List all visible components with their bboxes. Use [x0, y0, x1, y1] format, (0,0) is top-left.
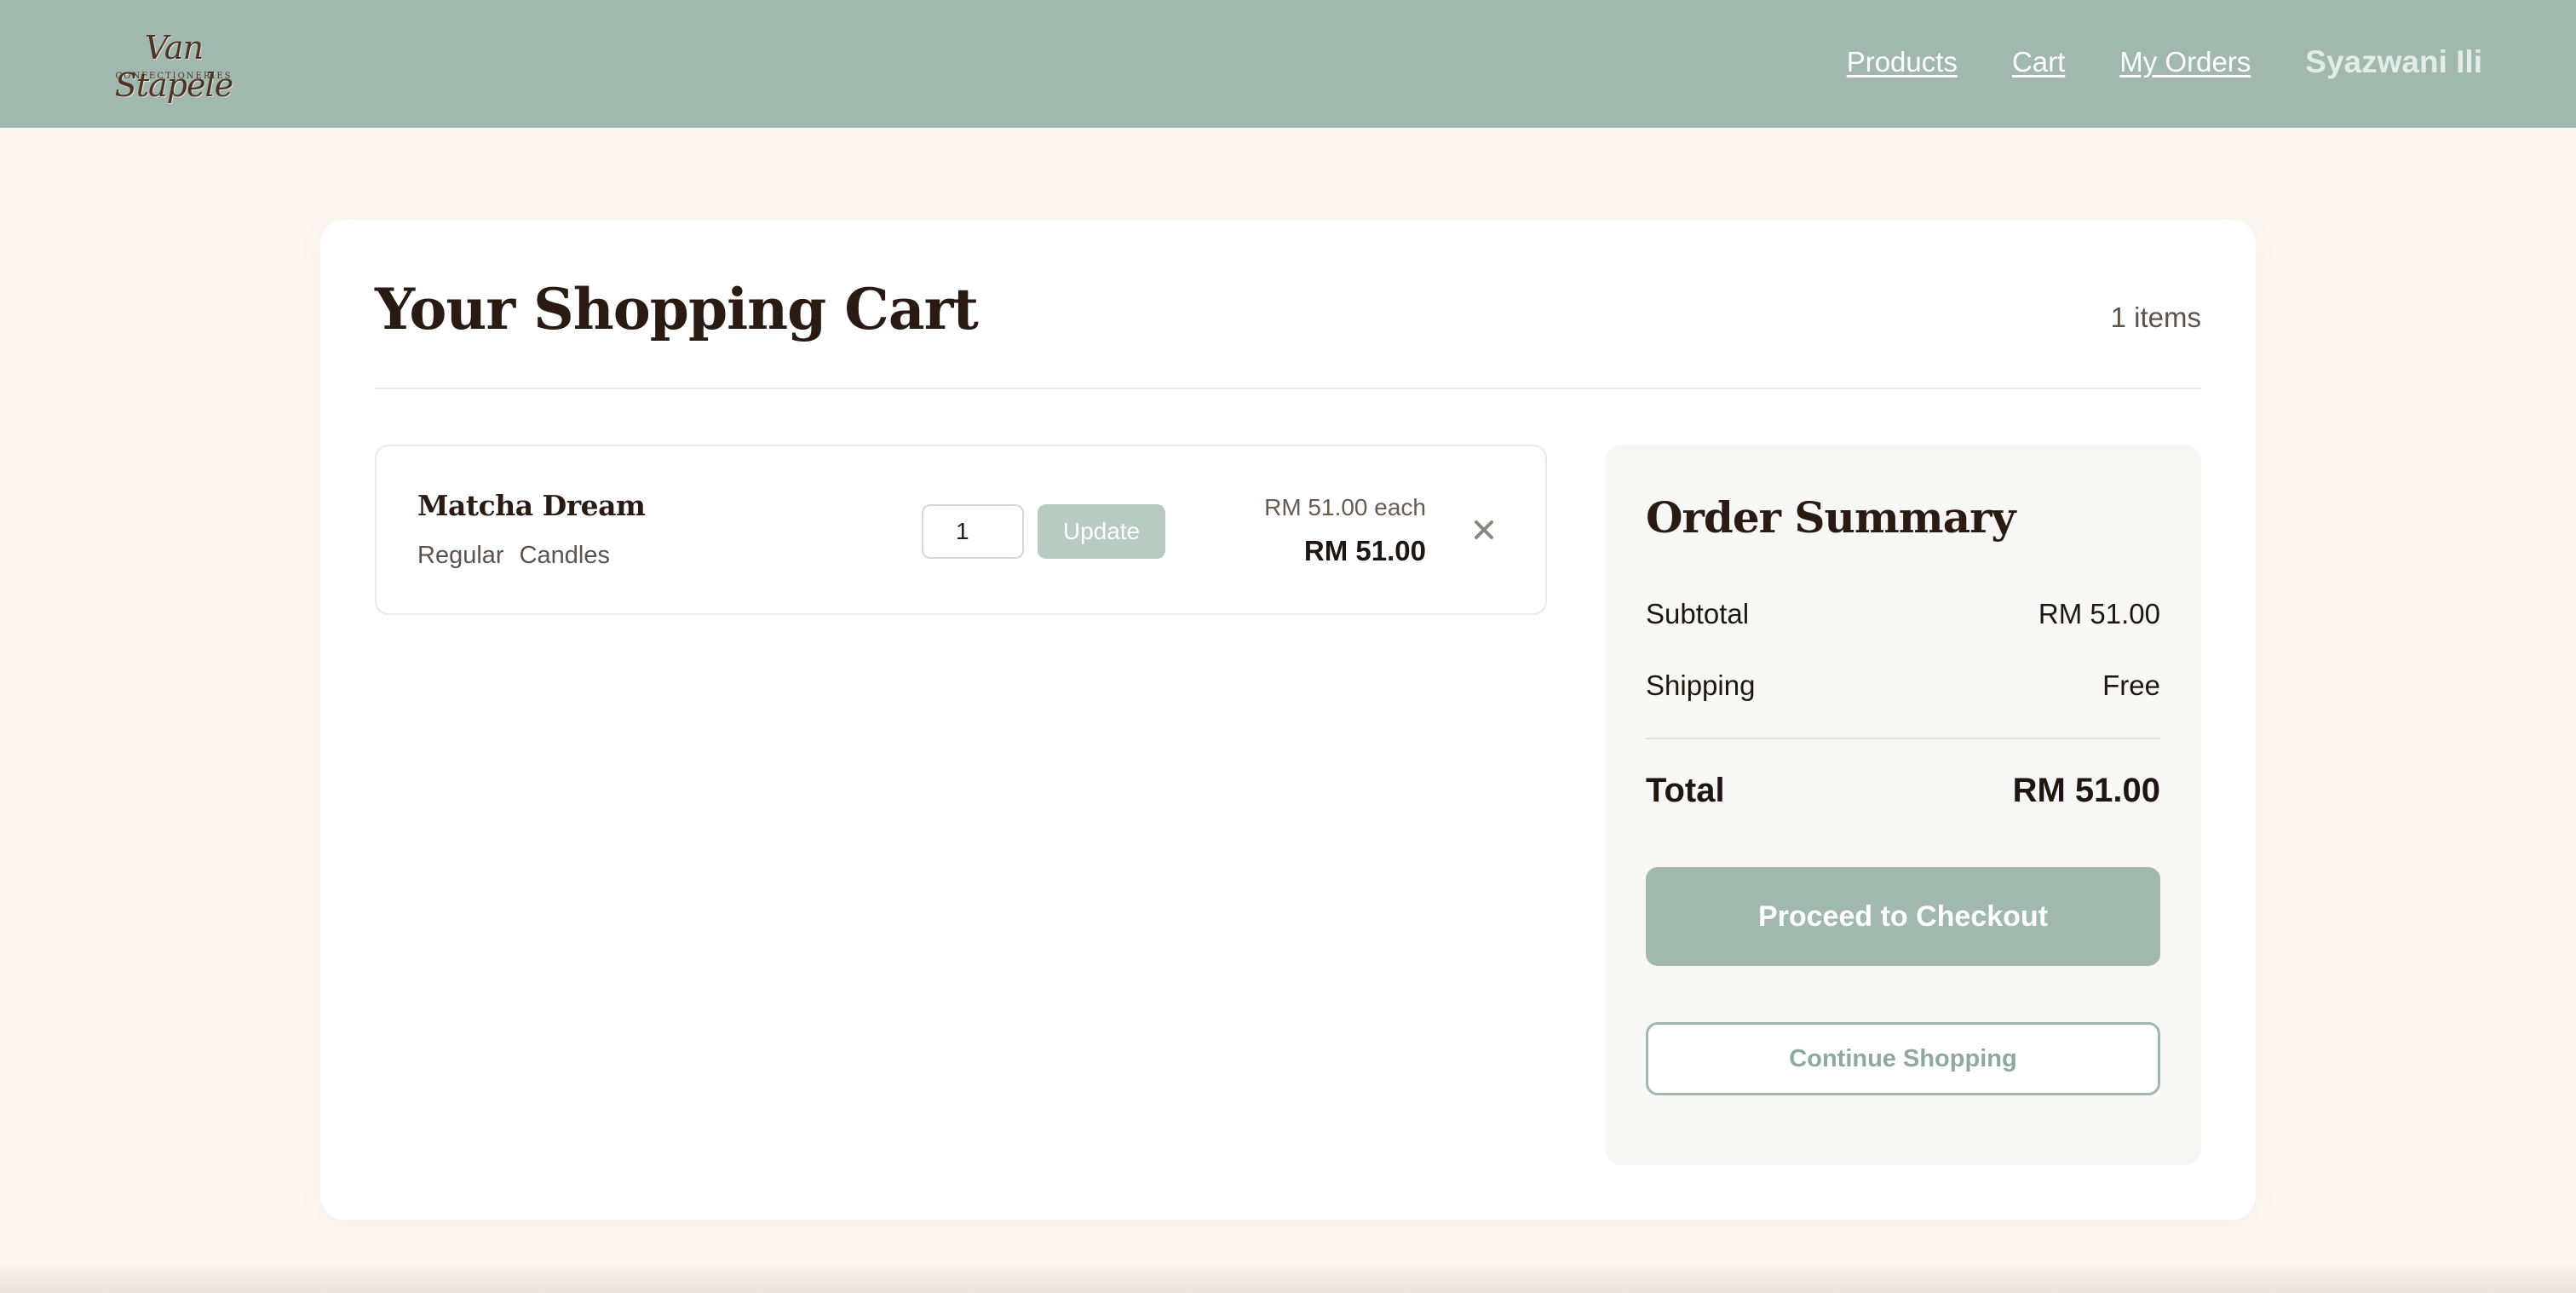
cart-card: Your Shopping Cart 1 items Matcha Dream … — [320, 220, 2256, 1220]
item-meta: Regular Candles — [417, 542, 610, 570]
remove-item-button[interactable] — [1467, 513, 1501, 547]
line-total: RM 51.00 — [1303, 535, 1426, 566]
unit-price: RM 51.00 each — [1264, 494, 1426, 520]
brand-logo-text: Van Stapele — [114, 29, 233, 104]
main-nav: Products Cart My Orders Syazwani Ili — [1847, 41, 2482, 83]
divider — [375, 388, 2201, 389]
quantity-input[interactable] — [922, 504, 1024, 559]
cart-item: Matcha Dream Regular Candles Update RM 5… — [375, 445, 1547, 615]
nav-link-cart[interactable]: Cart — [2012, 46, 2065, 78]
update-button[interactable]: Update — [1038, 504, 1165, 559]
brand-logo-subtext: CONFECTIONERIES — [115, 72, 233, 81]
continue-shopping-button[interactable]: Continue Shopping — [1646, 1022, 2160, 1095]
subtotal-label: Subtotal — [1646, 598, 1750, 629]
nav-link-products[interactable]: Products — [1847, 46, 1958, 78]
proceed-to-checkout-button[interactable]: Proceed to Checkout — [1646, 867, 2160, 966]
summary-row-shipping: Shipping Free — [1646, 669, 2160, 702]
shipping-label: Shipping — [1646, 669, 1756, 701]
shipping-value: Free — [2102, 669, 2160, 701]
summary-title: Order Summary — [1646, 492, 2015, 543]
page-title: Your Shopping Cart — [375, 276, 979, 342]
total-value: RM 51.00 — [2012, 772, 2160, 809]
summary-divider — [1646, 738, 2160, 739]
item-category: Candles — [519, 542, 610, 569]
order-summary: Order Summary Subtotal RM 51.00 Shipping… — [1605, 445, 2201, 1165]
item-name: Matcha Dream — [417, 489, 646, 522]
items-count: 1 items — [2110, 302, 2201, 333]
user-name[interactable]: Syazwani Ili — [2305, 44, 2482, 80]
bottom-shadow — [0, 1259, 2576, 1293]
nav-link-my-orders[interactable]: My Orders — [2119, 46, 2251, 78]
summary-row-total: Total RM 51.00 — [1646, 772, 2160, 810]
summary-row-subtotal: Subtotal RM 51.00 — [1646, 598, 2160, 630]
close-icon — [1475, 520, 1493, 539]
subtotal-value: RM 51.00 — [2038, 598, 2160, 629]
total-label: Total — [1646, 772, 1725, 809]
top-nav-bar: Van Stapele CONFECTIONERIES Products Car… — [0, 0, 2576, 128]
brand-logo[interactable]: Van Stapele CONFECTIONERIES — [106, 29, 242, 104]
item-size: Regular — [417, 542, 504, 569]
